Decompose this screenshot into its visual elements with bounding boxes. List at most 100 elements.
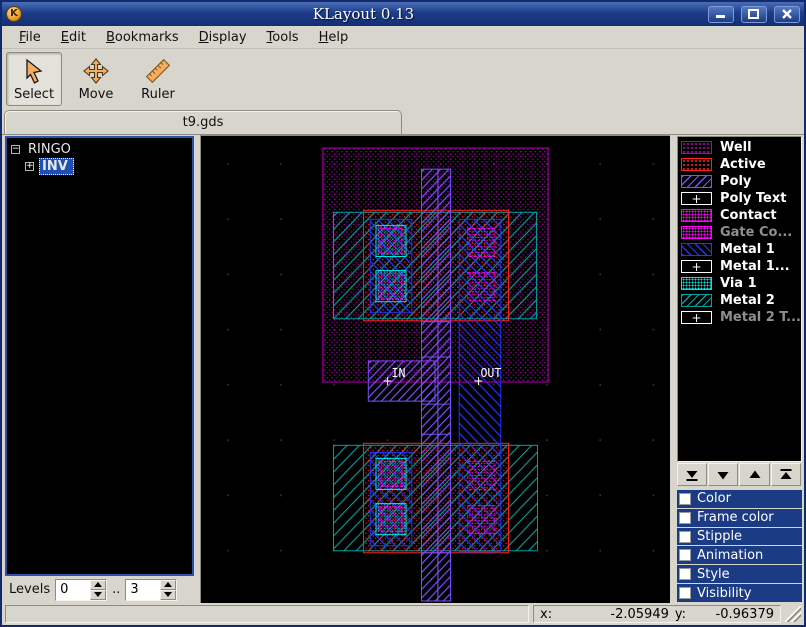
layer-item[interactable]: Via 1 <box>678 275 801 292</box>
layer-swatch-icon[interactable] <box>680 209 712 222</box>
layout-canvas[interactable]: IN OUT <box>200 135 670 603</box>
layout-shape-contact[interactable] <box>378 506 404 533</box>
layer-prop-color[interactable]: Color <box>676 490 802 508</box>
resize-grip[interactable] <box>785 606 801 622</box>
layout-shape-contact[interactable] <box>378 273 404 300</box>
move-layer-to-top-button[interactable] <box>770 463 801 486</box>
menu-bookmarks[interactable]: Bookmarks <box>97 27 188 48</box>
pin-label-in[interactable]: IN <box>391 366 405 380</box>
layer-item[interactable]: Metal 2 <box>678 292 801 309</box>
layer-item[interactable]: + Metal 1... <box>678 258 801 275</box>
layer-prop-frame-color[interactable]: Frame color <box>676 508 802 527</box>
levels-to-value[interactable]: 3 <box>126 579 161 600</box>
prop-checkbox[interactable] <box>678 492 691 505</box>
menu-edit[interactable]: Edit <box>52 27 95 48</box>
layer-item[interactable]: Metal 1 <box>678 241 801 258</box>
move-arrows-icon <box>83 57 109 84</box>
ruler-tool-button[interactable]: Ruler <box>130 52 186 106</box>
expand-icon[interactable]: + <box>25 162 34 171</box>
menu-help[interactable]: Help <box>310 27 358 48</box>
ruler-tool-label: Ruler <box>141 86 175 102</box>
move-layer-up-button[interactable] <box>739 463 770 486</box>
prop-checkbox[interactable] <box>678 587 691 600</box>
layer-swatch-icon[interactable] <box>680 141 712 154</box>
pin-label-out[interactable]: OUT <box>480 366 501 380</box>
move-tool-label: Move <box>78 86 114 102</box>
layer-swatch-icon[interactable] <box>680 294 712 307</box>
layer-swatch-icon[interactable] <box>680 158 712 171</box>
prop-checkbox[interactable] <box>678 568 691 581</box>
coordinate-panel: x: -2.05949 y: -0.96379 <box>533 605 781 623</box>
prop-label: Animation <box>696 547 764 563</box>
menu-tools[interactable]: Tools <box>258 27 308 48</box>
layer-swatch-icon[interactable]: + <box>680 260 712 273</box>
close-icon <box>782 9 792 19</box>
layer-swatch-icon[interactable] <box>680 243 712 256</box>
layout-shape-metal1[interactable] <box>458 218 502 553</box>
levels-to-spinbox[interactable]: 3 <box>125 578 178 601</box>
levels-label: Levels <box>9 582 51 597</box>
layer-swatch-icon[interactable]: + <box>680 311 712 324</box>
move-tool-button[interactable]: Move <box>68 52 124 106</box>
move-layer-down-button[interactable] <box>708 463 739 486</box>
collapse-icon[interactable]: − <box>11 145 20 154</box>
prop-label: Visibility <box>696 585 752 601</box>
levels-to-down-button[interactable] <box>160 589 177 600</box>
levels-from-down-button[interactable] <box>90 589 107 600</box>
cell-tree-item-ringo[interactable]: − RINGO <box>7 141 192 158</box>
move-layer-to-bottom-button[interactable] <box>676 463 708 486</box>
levels-from-spinbox[interactable]: 0 <box>55 578 108 601</box>
layout-shape-contact[interactable] <box>467 505 496 535</box>
cell-tree-item-inv[interactable]: + INV <box>7 158 192 175</box>
y-coordinate-value: -0.96379 <box>715 606 774 622</box>
layer-prop-visibility[interactable]: Visibility <box>676 584 802 602</box>
layer-item[interactable]: Poly <box>678 173 801 190</box>
layout-shape-contact[interactable] <box>467 227 496 258</box>
prop-checkbox[interactable] <box>678 530 691 543</box>
layer-name: Via 1 <box>719 276 757 291</box>
select-tool-button[interactable]: Select <box>6 52 62 106</box>
prop-label: Style <box>696 566 730 582</box>
x-coordinate-value: -2.05949 <box>610 606 669 622</box>
layout-shape-contact[interactable] <box>467 460 496 491</box>
layer-item[interactable]: + Metal 2 T... <box>678 309 801 326</box>
layer-swatch-icon[interactable] <box>680 226 712 239</box>
layout-shape-poly[interactable] <box>437 168 451 602</box>
main-area: − RINGO + INV Levels 0 .. 3 IN OUT Well … <box>2 135 804 603</box>
levels-to-up-button[interactable] <box>160 579 177 590</box>
layout-shape-contact[interactable] <box>467 272 496 302</box>
layer-item[interactable]: Gate Co... <box>678 224 801 241</box>
layout-drawing[interactable]: IN OUT <box>201 136 670 603</box>
layer-item[interactable]: Well <box>678 139 801 156</box>
levels-from-up-button[interactable] <box>90 579 107 590</box>
titlebar[interactable]: K KLayout 0.13 <box>2 2 804 26</box>
layer-swatch-icon[interactable] <box>680 277 712 290</box>
close-button[interactable] <box>774 5 800 23</box>
prop-checkbox[interactable] <box>678 511 691 524</box>
layer-name: Well <box>719 140 752 155</box>
cell-name: RINGO <box>28 142 71 157</box>
layer-swatch-icon[interactable] <box>680 175 712 188</box>
menubar: File Edit Bookmarks Display Tools Help <box>2 26 804 49</box>
layout-shape-contact[interactable] <box>378 460 404 488</box>
layout-shape-contact[interactable] <box>378 227 404 255</box>
layer-prop-style[interactable]: Style <box>676 565 802 584</box>
arrow-down-to-line-icon <box>686 470 698 481</box>
klayout-window: K KLayout 0.13 File Edit Bookmarks Display T… <box>0 0 806 627</box>
layer-item[interactable]: Contact <box>678 207 801 224</box>
layer-prop-stipple[interactable]: Stipple <box>676 527 802 546</box>
tab-t9gds[interactable]: t9.gds <box>4 110 402 134</box>
spin-down-icon <box>94 592 103 597</box>
layer-prop-animation[interactable]: Animation <box>676 546 802 565</box>
layer-item[interactable]: + Poly Text <box>678 190 801 207</box>
layer-swatch-icon[interactable]: + <box>680 192 712 205</box>
layer-property-rows: Color Frame color Stipple Animation Style Vis… <box>676 490 802 602</box>
prop-checkbox[interactable] <box>678 549 691 562</box>
menu-display[interactable]: Display <box>190 27 256 48</box>
menu-file[interactable]: File <box>10 27 50 48</box>
layer-item[interactable]: Active <box>678 156 801 173</box>
maximize-button[interactable] <box>741 5 767 23</box>
layer-name: Metal 2 T... <box>719 310 801 325</box>
minimize-button[interactable] <box>708 5 734 23</box>
levels-from-value[interactable]: 0 <box>56 579 91 600</box>
